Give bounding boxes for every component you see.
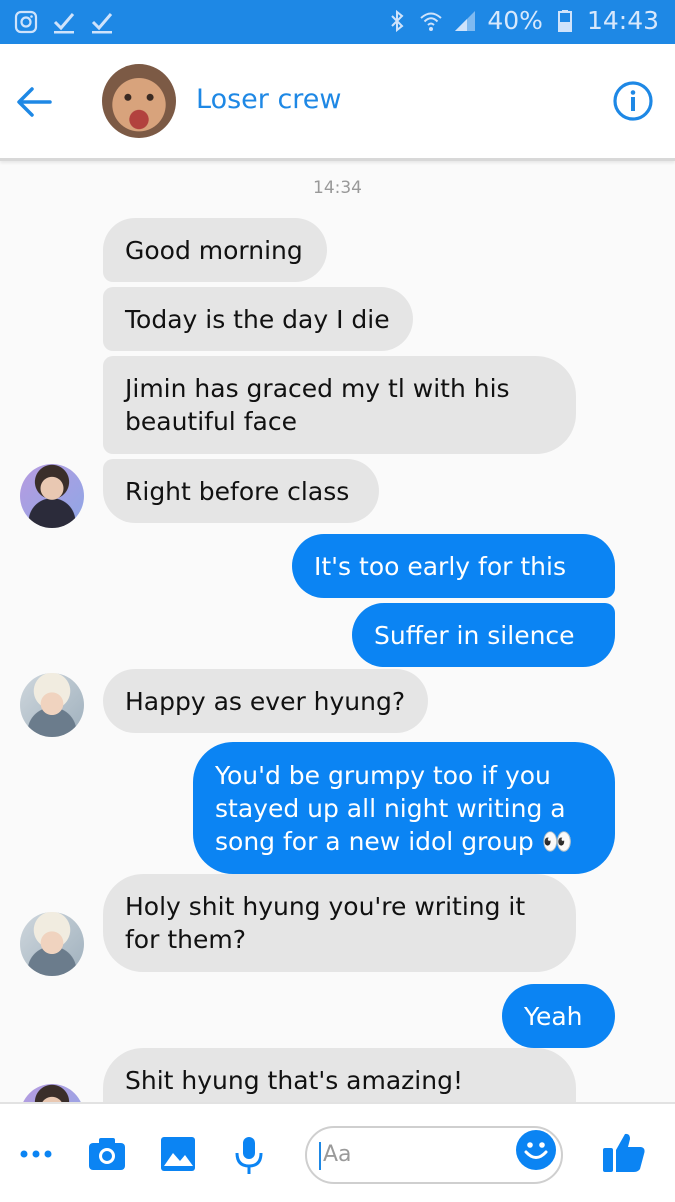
check-icon <box>53 13 75 34</box>
wifi-icon <box>420 12 443 31</box>
info-icon[interactable] <box>612 80 654 122</box>
mic-icon[interactable] <box>234 1136 264 1176</box>
back-arrow-icon[interactable] <box>14 82 54 122</box>
image-icon[interactable] <box>160 1136 196 1172</box>
chat-header: Loser crew <box>0 44 675 161</box>
status-bar: 40% 14:43 <box>0 0 675 44</box>
chat-title[interactable]: Loser crew <box>196 84 342 115</box>
battery-percent: 40% <box>487 6 543 35</box>
thumbs-up-icon[interactable] <box>602 1130 646 1174</box>
message-text: Jimin has graced my tl with his beautifu… <box>125 374 510 436</box>
bluetooth-icon <box>391 9 404 32</box>
avatar[interactable] <box>20 912 84 976</box>
status-time: 14:43 <box>586 6 659 35</box>
message-text: It's too early for this <box>314 551 566 581</box>
avatar[interactable] <box>20 673 84 737</box>
message-text: Shit hyung that's amazing! <box>125 1066 463 1095</box>
avatar[interactable] <box>20 464 84 528</box>
battery-icon <box>557 9 572 32</box>
signal-icon <box>455 10 476 31</box>
message-bubble-outgoing[interactable]: You'd be grumpy too if you stayed up all… <box>193 742 615 874</box>
text-caret <box>319 1142 321 1170</box>
message-bubble-outgoing[interactable]: Yeah <box>502 984 615 1048</box>
check-icon <box>91 13 113 34</box>
message-text: Happy as ever hyung? <box>125 686 406 716</box>
message-text: Yeah <box>524 1001 583 1031</box>
message-bubble-incoming[interactable]: Right before class <box>103 459 379 523</box>
more-icon[interactable] <box>18 1136 54 1172</box>
message-text: Suffer in silence <box>374 620 575 650</box>
message-text: Holy shit hyung you're writing it for th… <box>125 892 526 954</box>
message-text: You'd be grumpy too if you stayed up all… <box>215 760 573 856</box>
emoji-icon[interactable] <box>516 1130 556 1170</box>
message-text: Right before class <box>125 476 350 506</box>
message-bubble-incoming[interactable]: Happy as ever hyung? <box>103 669 428 733</box>
message-bubble-incoming[interactable]: Good morning <box>103 218 327 282</box>
composer-bar: Aa <box>0 1102 675 1202</box>
message-bubble-incoming[interactable]: Today is the day I die <box>103 287 413 351</box>
instagram-icon <box>14 10 38 34</box>
message-bubble-outgoing[interactable]: Suffer in silence <box>352 603 615 667</box>
timestamp: 14:34 <box>313 178 362 198</box>
message-bubble-outgoing[interactable]: It's too early for this <box>292 534 615 598</box>
message-input-placeholder: Aa <box>323 1142 352 1167</box>
message-text: Good morning <box>125 235 303 265</box>
camera-icon[interactable] <box>87 1136 127 1172</box>
message-bubble-incoming[interactable]: Jimin has graced my tl with his beautifu… <box>103 356 576 454</box>
message-bubble-incoming[interactable]: Holy shit hyung you're writing it for th… <box>103 874 576 972</box>
group-avatar[interactable] <box>102 64 176 138</box>
message-text: Today is the day I die <box>125 304 390 334</box>
